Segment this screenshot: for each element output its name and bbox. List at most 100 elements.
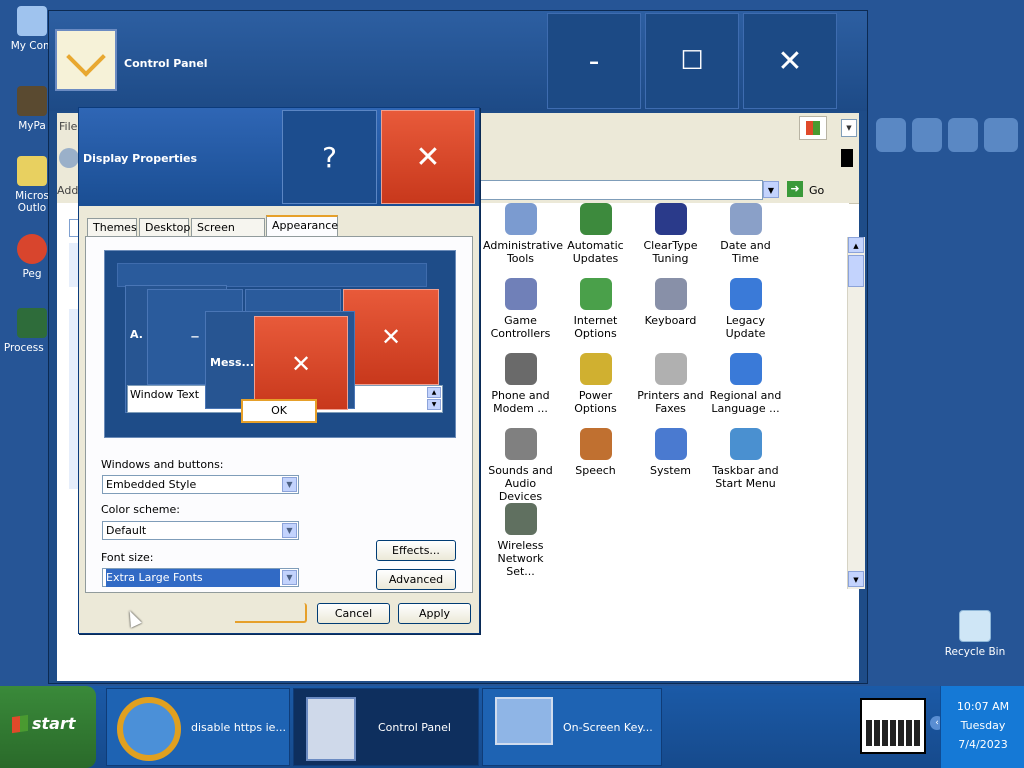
tab-appearance[interactable]: Appearance <box>266 215 338 237</box>
my-papers-icon <box>17 86 47 116</box>
legacy-update-icon <box>729 278 762 310</box>
task-on-screen-keyboard[interactable]: On-Screen Key... <box>482 688 662 766</box>
ie-icon <box>117 697 181 761</box>
control-panel-titlebar[interactable]: Control Panel - ☐ ✕ <box>49 11 867 111</box>
font-size-label: Font size: <box>101 551 154 564</box>
cpl-item[interactable]: Date and Time <box>708 203 783 265</box>
cpl-item-label: Administrative Tools <box>483 239 564 265</box>
cpl-item[interactable]: Wireless Network Set... <box>483 503 558 578</box>
speech-icon <box>579 428 612 460</box>
printer-icon <box>654 353 687 385</box>
chevron-down-icon[interactable]: ▼ <box>282 523 297 538</box>
osk-icon <box>495 697 553 745</box>
windows-buttons-select[interactable]: Embedded Style ▼ <box>102 475 299 494</box>
cpl-item[interactable]: Taskbar and Start Menu <box>708 428 783 490</box>
outlook-icon <box>17 156 47 186</box>
power-icon <box>579 353 612 385</box>
cpl-item-label: Power Options <box>574 389 617 415</box>
cpl-item[interactable]: Power Options <box>558 353 633 415</box>
cpl-item[interactable]: Phone and Modem ... <box>483 353 558 415</box>
cpl-item[interactable]: Automatic Updates <box>558 203 633 265</box>
cpl-item[interactable]: Keyboard <box>633 278 708 327</box>
speaker-icon <box>504 428 537 460</box>
cpl-item[interactable]: Legacy Update <box>708 278 783 340</box>
address-dropdown-icon[interactable]: ▼ <box>763 181 779 198</box>
preview-message-box: Mess... ✕ <box>205 311 355 410</box>
cpl-item[interactable]: ClearType Tuning <box>633 203 708 265</box>
chevron-down-icon[interactable]: ▼ <box>282 570 297 585</box>
close-button[interactable]: ✕ <box>743 13 837 109</box>
cpl-item-label: Printers and Faxes <box>637 389 704 415</box>
ok-button[interactable] <box>235 603 307 623</box>
color-scheme-select[interactable]: Default ▼ <box>102 521 299 540</box>
peg-icon <box>17 234 47 264</box>
scroll-up-icon[interactable]: ▲ <box>848 237 864 253</box>
apply-button[interactable]: Apply <box>398 603 471 624</box>
windows-logo-icon <box>12 714 28 734</box>
cpl-item-label: System <box>649 464 692 477</box>
scroll-down-icon[interactable]: ▼ <box>848 571 864 587</box>
maximize-button[interactable]: ☐ <box>645 13 739 109</box>
system-icon <box>654 428 687 460</box>
menu-file[interactable]: File <box>59 120 77 133</box>
cpl-item[interactable]: Regional and Language ... <box>708 353 783 415</box>
help-button[interactable]: ? <box>282 110 377 204</box>
desktop-icon-recycle-bin[interactable]: Recycle Bin <box>940 610 1010 658</box>
cpl-item[interactable]: Speech <box>558 428 633 477</box>
globe-options-icon <box>579 278 612 310</box>
go-button[interactable]: Go <box>809 184 824 197</box>
admin-tools-icon <box>504 203 537 235</box>
font-size-select[interactable]: Extra Large Fonts ▼ <box>102 568 299 587</box>
cpl-item[interactable]: Administrative Tools <box>483 203 563 265</box>
background-window-toolbar <box>868 118 1024 152</box>
vertical-scrollbar[interactable]: ▲ ▼ <box>847 237 865 589</box>
process-icon <box>17 308 47 338</box>
appearance-tab-panel: A. – ✕ Window Text ▲ ▼ Mess... ✕ OK Wind… <box>85 236 473 593</box>
windows-buttons-label: Windows and buttons: <box>101 458 224 471</box>
address-input[interactable] <box>477 180 763 200</box>
clock-icon <box>729 203 762 235</box>
go-arrow-icon[interactable]: ➜ <box>787 181 803 197</box>
dialog-titlebar[interactable]: Display Properties ? ✕ <box>79 108 479 206</box>
start-button[interactable]: start <box>0 686 96 768</box>
cpl-item-label: Internet Options <box>573 314 618 340</box>
cpl-item-label: Game Controllers <box>490 314 551 340</box>
color-scheme-label: Color scheme: <box>101 503 180 516</box>
control-panel-icon <box>306 697 356 761</box>
cpl-item-label: Regional and Language ... <box>709 389 782 415</box>
effects-button[interactable]: Effects... <box>376 540 456 561</box>
cpl-item[interactable]: System <box>633 428 708 477</box>
window-title: Control Panel <box>124 57 208 70</box>
windows-logo-icon <box>799 116 827 140</box>
gamepad-icon <box>504 278 537 310</box>
cpl-item[interactable]: Game Controllers <box>483 278 558 340</box>
toolbar-overflow <box>841 149 853 167</box>
cpl-item-label: Taskbar and Start Menu <box>712 464 779 490</box>
system-clock[interactable]: 10:07 AM Tuesday 7/4/2023 <box>940 686 1024 768</box>
advanced-button[interactable]: Advanced <box>376 569 456 590</box>
cpl-item[interactable]: Internet Options <box>558 278 633 340</box>
cpl-item[interactable]: Sounds and Audio Devices <box>483 428 558 503</box>
back-arrow-icon[interactable] <box>59 148 79 168</box>
phone-icon <box>504 353 537 385</box>
preview-scroll-up-icon: ▲ <box>427 387 441 398</box>
cpl-item-label: Keyboard <box>644 314 697 327</box>
chevron-down-icon[interactable]: ▼ <box>282 477 297 492</box>
tab-themes[interactable]: Themes <box>87 218 137 236</box>
cpl-item-label: ClearType Tuning <box>643 239 698 265</box>
cleartype-icon <box>654 203 687 235</box>
task-ie[interactable]: disable https ie... <box>106 688 290 766</box>
scroll-thumb[interactable] <box>848 255 864 287</box>
cpl-item-label: Date and Time <box>720 239 771 265</box>
keyboard-tray-icon[interactable] <box>860 698 926 754</box>
cpl-item-label: Phone and Modem ... <box>491 389 550 415</box>
close-button[interactable]: ✕ <box>381 110 475 204</box>
minimize-button[interactable]: - <box>547 13 641 109</box>
tab-screen-saver[interactable]: Screen Saver <box>191 218 265 252</box>
task-control-panel[interactable]: Control Panel <box>293 688 479 766</box>
menu-chevron-icon[interactable]: ▼ <box>841 119 857 137</box>
tab-desktop[interactable]: Desktop <box>139 218 190 236</box>
cancel-button[interactable]: Cancel <box>317 603 390 624</box>
display-properties-dialog: Display Properties ? ✕ Themes Desktop Sc… <box>78 107 480 634</box>
cpl-item[interactable]: Printers and Faxes <box>633 353 708 415</box>
